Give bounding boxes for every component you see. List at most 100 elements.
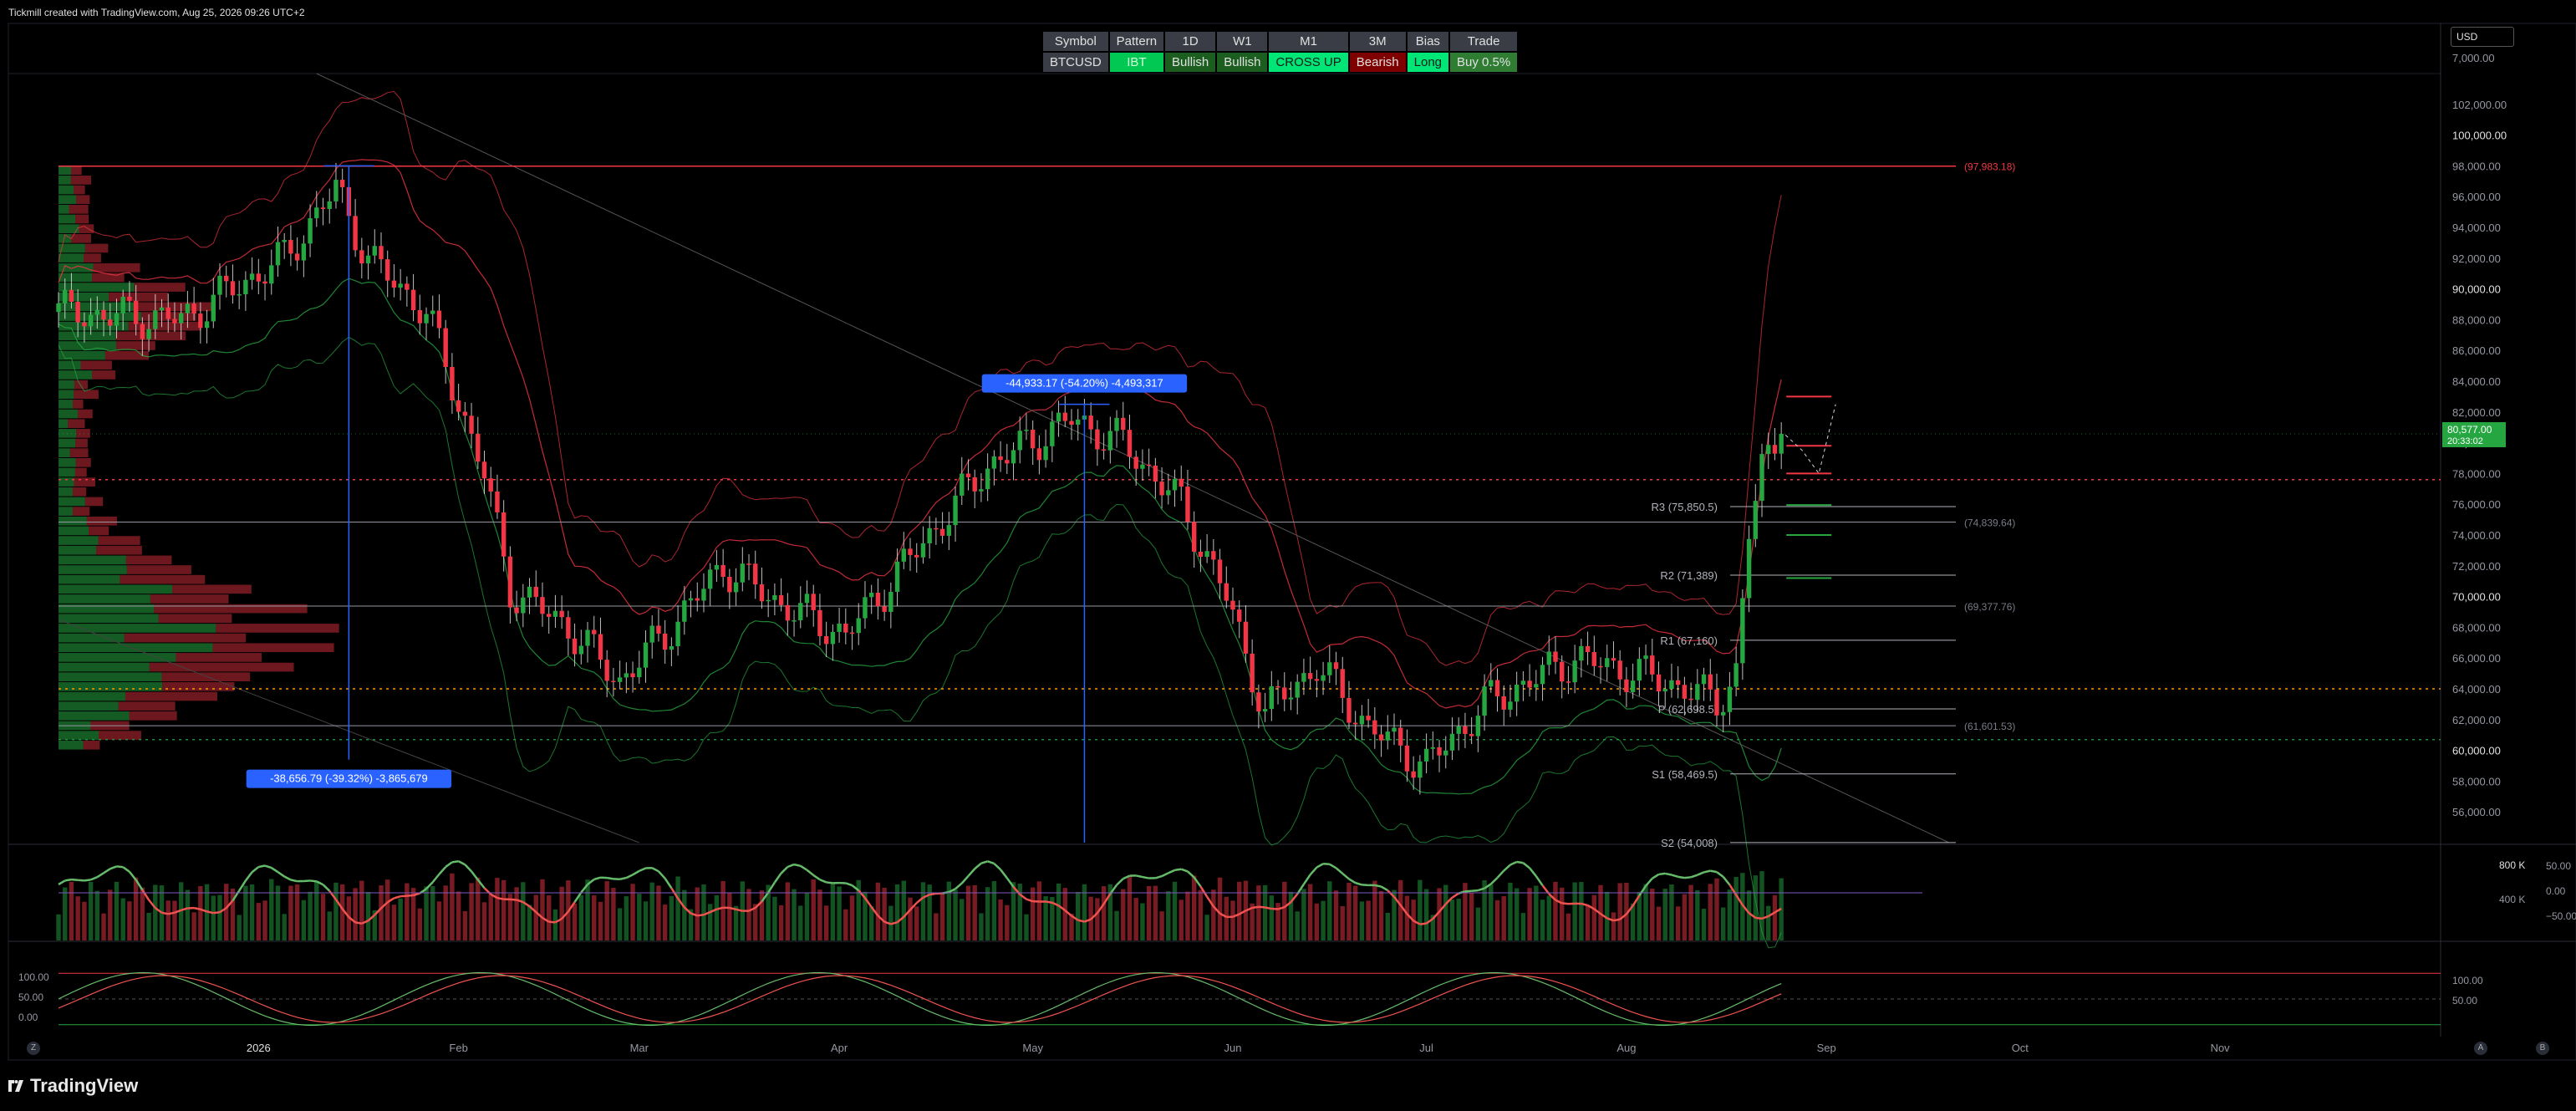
- oscillator-line: [619, 876, 627, 880]
- volume-profile-bar: [212, 643, 334, 653]
- auto-scale-button[interactable]: A: [2474, 1042, 2487, 1055]
- volume-bar: [998, 899, 1003, 940]
- volume-bar: [792, 889, 797, 940]
- candle-body: [1114, 417, 1119, 431]
- volume-profile-bar: [59, 341, 117, 350]
- chart-canvas[interactable]: 102,000.00 100,000.00 98,000.00 96,000.00 94…: [0, 0, 2576, 1111]
- volume-profile-bar: [93, 262, 140, 273]
- candle-body: [1759, 454, 1764, 502]
- candle-body: [946, 525, 952, 536]
- volume-bar: [669, 895, 675, 940]
- scale-settings-button[interactable]: B: [2536, 1042, 2549, 1055]
- oscillator-line: [1329, 863, 1337, 869]
- candle-body: [572, 638, 578, 655]
- volume-bar: [908, 897, 913, 940]
- volume-profile-bar: [59, 624, 216, 633]
- stoch-axis-tick: 50.00: [18, 991, 43, 1003]
- candle-body: [863, 597, 868, 619]
- volume-bar: [1179, 900, 1184, 940]
- volume-bar: [476, 877, 481, 940]
- volume-bar: [624, 896, 629, 940]
- volume-bar: [1095, 898, 1100, 940]
- volume-bar: [63, 887, 68, 940]
- candle-body: [843, 623, 848, 633]
- tradingview-brand[interactable]: TradingView: [8, 1075, 138, 1097]
- volume-bar: [649, 882, 654, 940]
- oscillator-line: [1677, 875, 1685, 879]
- volume-profile-bar: [59, 166, 72, 176]
- volume-bar: [288, 885, 293, 940]
- stoch-axis-tick: 0.00: [18, 1012, 38, 1023]
- oscillator-line: [1509, 860, 1518, 866]
- candle-body: [237, 293, 242, 296]
- candle-body: [669, 646, 675, 650]
- volume-bar: [243, 885, 248, 940]
- volume-bar: [920, 882, 926, 940]
- oscillator-line: [826, 881, 833, 884]
- volume-profile-bar: [59, 594, 150, 604]
- measure-label: -44,933.17 (-54.20%) -4,493,317: [1005, 377, 1163, 390]
- price-axis-tick: 60,000.00: [2452, 745, 2501, 757]
- price-axis-tick: 100,000.00: [2452, 130, 2507, 142]
- volume-profile-bar: [98, 536, 140, 545]
- volume-bar: [94, 890, 100, 940]
- candle-body: [547, 614, 552, 617]
- volume-profile-bar: [84, 243, 109, 253]
- price-axis-top-label: 7,000.00: [2452, 52, 2495, 64]
- time-axis-label: Sep: [1817, 1042, 1836, 1054]
- candle-body: [1598, 665, 1603, 668]
- level-label: (69,377.76): [1964, 601, 2015, 613]
- bias-header-cell: 3M: [1349, 32, 1406, 51]
- oscillator-line: [593, 876, 601, 881]
- candle-body: [991, 456, 997, 469]
- volume-profile-bar: [99, 731, 141, 740]
- oscillator-line: [993, 863, 1001, 871]
- candle-body: [294, 253, 300, 261]
- candle-body: [1565, 681, 1571, 683]
- oscillator-line: [322, 884, 331, 892]
- oscillator-line: [406, 894, 414, 897]
- candle-body: [1295, 681, 1300, 698]
- candle-body: [481, 461, 487, 479]
- volume-profile-bar: [59, 526, 89, 536]
- oscillator-line: [1503, 864, 1511, 872]
- candle-body: [1624, 679, 1629, 692]
- oscillator-line: [58, 879, 66, 886]
- candle-body: [920, 543, 926, 558]
- volume-bar: [772, 896, 777, 940]
- candle-body: [1327, 662, 1332, 675]
- oscillator-line: [806, 869, 814, 876]
- candle-body: [1076, 419, 1081, 426]
- candle-body: [56, 303, 61, 313]
- candle-body: [391, 280, 397, 288]
- volume-profile-bar: [59, 458, 76, 467]
- candle-body: [830, 631, 836, 645]
- volume-profile-bar: [176, 653, 262, 662]
- volume-bar: [849, 895, 855, 940]
- volume-bar: [507, 894, 513, 940]
- volume-bar: [1695, 889, 1700, 940]
- volume-bar: [140, 887, 145, 940]
- volume-profile-bar: [75, 458, 91, 467]
- time-axis-zoom-button[interactable]: Z: [27, 1042, 40, 1055]
- volume-profile-bar: [59, 477, 74, 487]
- candle-body: [69, 289, 74, 302]
- candle-body: [1630, 680, 1636, 692]
- volume-profile-bar: [59, 740, 84, 750]
- volume-bar: [1527, 888, 1532, 940]
- volume-bar: [1295, 911, 1300, 940]
- time-axis-label: May: [1022, 1042, 1043, 1054]
- volume-bar: [1217, 877, 1223, 940]
- candle-body: [598, 634, 603, 660]
- candle-body: [1675, 680, 1681, 685]
- volume-bar: [991, 881, 997, 940]
- candle-body: [817, 609, 822, 636]
- oscillator-line: [1174, 868, 1182, 872]
- currency-selector[interactable]: USD: [2451, 27, 2514, 47]
- candle-body: [701, 589, 706, 601]
- volume-profile-bar: [59, 214, 76, 224]
- volume-profile-bar: [125, 555, 172, 565]
- volume-bar: [1727, 889, 1733, 940]
- volume-profile-bar: [70, 176, 92, 185]
- oscillator-line: [394, 894, 401, 900]
